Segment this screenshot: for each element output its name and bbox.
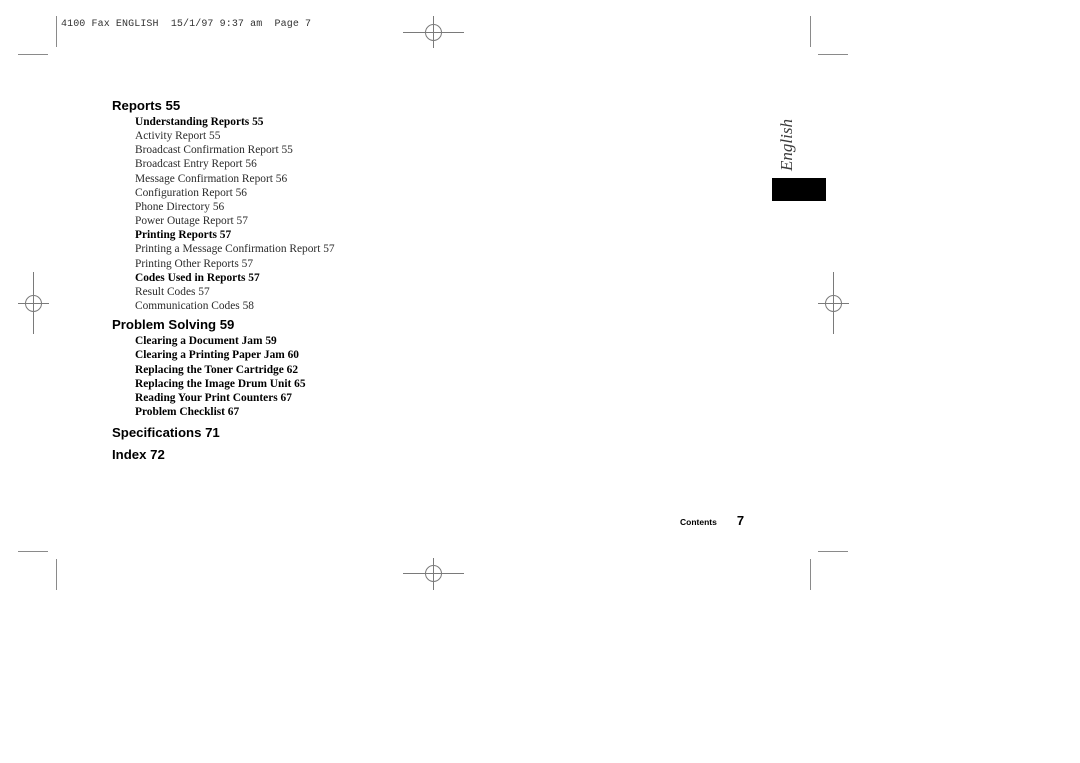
page-number: 7 bbox=[736, 513, 745, 528]
toc-entry: Phone Directory 56 bbox=[135, 200, 225, 213]
section-heading: Specifications 71 bbox=[112, 425, 220, 441]
section-entries: Understanding Reports 55 Activity Report … bbox=[135, 115, 432, 313]
toc-subsection-entry: Understanding Reports 55 bbox=[135, 116, 264, 128]
registration-mark-left bbox=[18, 272, 49, 334]
toc-section-reports: Reports 55 Understanding Reports 55 Activ… bbox=[112, 98, 432, 313]
toc-entry: Broadcast Confirmation Report 55 bbox=[135, 144, 293, 157]
toc-entry: Activity Report 55 bbox=[135, 130, 221, 143]
toc-entry: Power Outage Report 57 bbox=[135, 215, 248, 228]
toc-subsection-entry: Replacing the Image Drum Unit 65 bbox=[135, 377, 306, 390]
footer-section-label: Contents bbox=[680, 517, 717, 527]
language-tab-text: English bbox=[777, 119, 797, 171]
registration-mark-bottom bbox=[403, 558, 464, 590]
registration-mark-top bbox=[403, 16, 464, 48]
toc-subsection-entry: Replacing the Toner Cartridge 62 bbox=[135, 363, 299, 376]
toc-entry: Printing Other Reports 57 bbox=[135, 257, 254, 270]
toc-subsection-entry: Reading Your Print Counters 67 bbox=[135, 391, 292, 404]
crop-mark-top-left bbox=[18, 16, 57, 55]
registration-mark-right bbox=[818, 272, 849, 334]
language-tab-label: English bbox=[770, 118, 804, 172]
toc-subsection-entry: Clearing a Printing Paper Jam 60 bbox=[135, 349, 299, 362]
printer-slug: 4100 Fax ENGLISH 15/1/97 9:37 am Page 7 bbox=[61, 19, 312, 30]
section-entries: Clearing a Document Jam 59 Clearing a Pri… bbox=[135, 334, 432, 419]
toc-subsection-entry: Problem Checklist 67 bbox=[135, 405, 240, 418]
page-footer: Contents 7 bbox=[680, 513, 744, 528]
toc-entry: Printing a Message Confirmation Report 5… bbox=[135, 243, 335, 256]
crop-mark-top-right bbox=[810, 16, 848, 55]
toc-section-index: Index 72 bbox=[112, 447, 432, 462]
toc-subsection-entry: Printing Reports 57 bbox=[135, 229, 232, 242]
toc-entry: Configuration Report 56 bbox=[135, 186, 247, 199]
toc-section-problem-solving: Problem Solving 59 Clearing a Document J… bbox=[112, 317, 432, 419]
toc-entry: Broadcast Entry Report 56 bbox=[135, 158, 257, 171]
crop-mark-bottom-right bbox=[810, 551, 848, 590]
toc-entry: Communication Codes 58 bbox=[135, 300, 254, 313]
section-heading: Index 72 bbox=[112, 447, 165, 463]
table-of-contents: Reports 55 Understanding Reports 55 Activ… bbox=[112, 98, 432, 462]
toc-entry: Message Confirmation Report 56 bbox=[135, 172, 288, 185]
language-thumb-tab bbox=[772, 178, 826, 201]
toc-section-specifications: Specifications 71 bbox=[112, 425, 432, 440]
toc-subsection-entry: Codes Used in Reports 57 bbox=[135, 271, 260, 284]
section-heading: Reports 55 bbox=[112, 98, 181, 113]
crop-mark-bottom-left bbox=[18, 551, 57, 590]
toc-subsection-entry: Clearing a Document Jam 59 bbox=[135, 335, 277, 348]
toc-entry: Result Codes 57 bbox=[135, 285, 210, 298]
section-heading: Problem Solving 59 bbox=[112, 317, 235, 333]
